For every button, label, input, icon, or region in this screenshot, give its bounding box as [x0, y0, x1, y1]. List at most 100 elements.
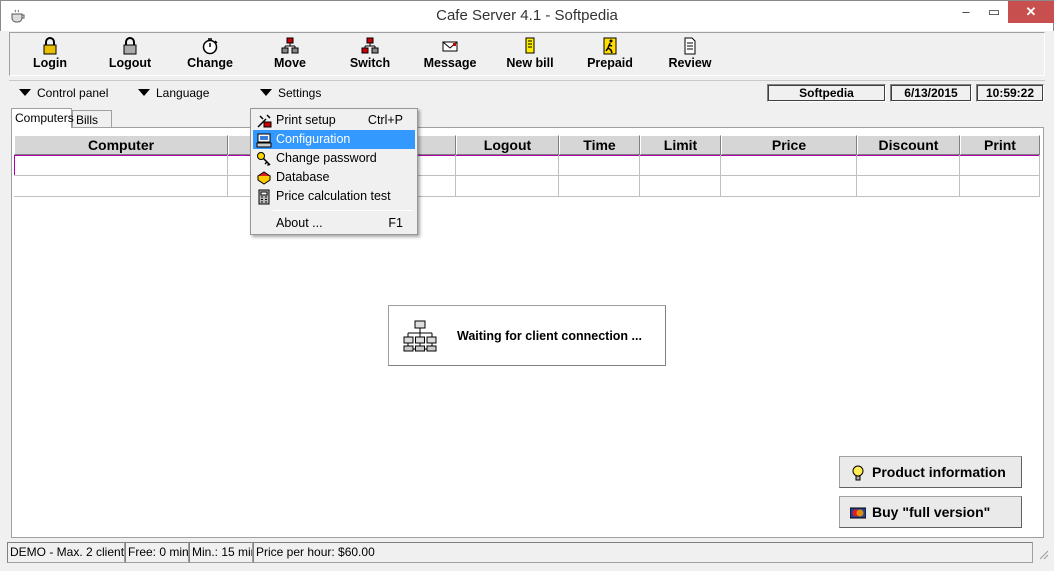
tab-bills[interactable]: Bills — [72, 110, 112, 128]
lock-icon — [43, 37, 57, 55]
stopwatch-icon — [202, 38, 218, 55]
credit-card-icon — [850, 507, 866, 519]
change-button[interactable]: Change — [170, 35, 250, 75]
table-cell — [640, 176, 721, 197]
menu-item-price-calculation-test-label: Price calculation test — [276, 189, 391, 203]
document-icon — [684, 37, 696, 55]
table-row[interactable] — [14, 155, 1040, 176]
menu-item-print-setup-label: Print setup — [276, 113, 336, 127]
table-cell — [640, 155, 721, 176]
column-header-time[interactable]: Time — [559, 135, 640, 155]
status-bar: DEMO - Max. 2 client Free: 0 minutes Min… — [7, 542, 1049, 564]
menu-item-change-password[interactable]: Change password — [253, 149, 415, 168]
table-row[interactable] — [14, 176, 1040, 197]
column-header-logout[interactable]: Logout — [456, 135, 559, 155]
table-cell — [14, 176, 228, 197]
message-label: Message — [423, 56, 477, 70]
table-cell — [456, 176, 559, 197]
dropdown-arrow-icon — [138, 89, 150, 96]
menu-item-database[interactable]: Database — [253, 168, 415, 187]
review-button[interactable]: Review — [650, 35, 730, 75]
column-header-computer[interactable]: Computer — [14, 135, 228, 155]
tab-computers[interactable]: Computers — [11, 108, 74, 128]
new-bill-button[interactable]: New bill — [490, 35, 570, 75]
user-name-box: Softpedia — [767, 84, 886, 102]
status-demo: DEMO - Max. 2 client — [7, 542, 125, 563]
move-button[interactable]: Move — [250, 35, 330, 75]
column-header-print[interactable]: Print — [960, 135, 1040, 155]
table-cell — [960, 176, 1040, 197]
window-title: Cafe Server 4.1 - Softpedia — [436, 7, 618, 24]
login-button[interactable]: Login — [10, 35, 90, 75]
move-label: Move — [274, 56, 306, 70]
menu-item-configuration[interactable]: Configuration — [253, 130, 415, 149]
new-bill-label: New bill — [506, 56, 554, 70]
menu-item-about[interactable]: About ... F1 — [253, 214, 415, 233]
bill-icon — [525, 37, 535, 54]
menu-item-database-label: Database — [276, 170, 330, 184]
menu-language-label: Language — [156, 86, 210, 100]
menu-item-change-password-label: Change password — [276, 151, 377, 165]
menu-control-panel-label: Control panel — [37, 86, 109, 100]
status-free: Free: 0 minutes — [125, 542, 189, 563]
table-cell — [857, 155, 960, 176]
waiting-message-box: Waiting for client connection ... — [388, 305, 666, 366]
table-cell — [559, 155, 640, 176]
column-header-limit[interactable]: Limit — [640, 135, 721, 155]
switch-button[interactable]: Switch — [330, 35, 410, 75]
menu-item-print-setup[interactable]: Print setup Ctrl+P — [253, 111, 415, 130]
calculator-icon — [258, 189, 270, 205]
menu-item-price-calculation-test[interactable]: Price calculation test — [253, 187, 415, 206]
table-cell — [14, 155, 228, 176]
status-price-per-hour: Price per hour: $60.00 — [253, 542, 1033, 563]
message-button[interactable]: Message — [410, 35, 490, 75]
menu-item-configuration-label: Configuration — [276, 132, 351, 146]
dropdown-arrow-icon — [260, 89, 272, 96]
menu-settings-label: Settings — [278, 86, 322, 100]
prepaid-button[interactable]: Prepaid — [570, 35, 650, 75]
toolbar: Login Logout Change Move Switch Message … — [9, 32, 1045, 76]
prepaid-label: Prepaid — [587, 56, 633, 70]
table-cell — [721, 176, 857, 197]
menu-language[interactable]: Language — [138, 86, 209, 100]
column-header-discount[interactable]: Discount — [857, 135, 960, 155]
minimize-button[interactable]: ‒ — [953, 1, 979, 23]
key-icon — [257, 152, 271, 167]
table-cell — [559, 176, 640, 197]
buy-full-version-button[interactable]: Buy "full version" — [839, 496, 1022, 528]
menu-control-panel[interactable]: Control panel — [19, 86, 108, 100]
grid-header: Computer Login Logout Time Limit Price D… — [14, 135, 1040, 155]
running-man-icon — [603, 37, 617, 55]
table-cell — [456, 155, 559, 176]
menu-settings[interactable]: Settings — [260, 86, 321, 100]
settings-dropdown-menu: Print setup Ctrl+P Configuration Change … — [250, 108, 418, 235]
network-switch-icon — [361, 37, 379, 54]
computer-config-icon — [256, 133, 272, 148]
close-button[interactable]: ✕ — [1008, 1, 1054, 23]
network-icon — [403, 320, 437, 352]
table-cell — [721, 155, 857, 176]
product-information-button[interactable]: Product information — [839, 456, 1022, 488]
buy-full-version-label: Buy "full version" — [872, 504, 991, 520]
logout-button[interactable]: Logout — [90, 35, 170, 75]
resize-grip-icon[interactable] — [1037, 548, 1049, 560]
status-min: Min.: 15 minutes — [189, 542, 253, 563]
maximize-button[interactable]: ▭ — [981, 1, 1007, 23]
dropdown-arrow-icon — [19, 89, 31, 96]
login-label: Login — [32, 56, 67, 70]
title-bar: Cafe Server 4.1 - Softpedia ‒ ▭ ✕ — [0, 0, 1054, 31]
logout-label: Logout — [108, 56, 152, 70]
menu-item-about-label: About ... — [276, 216, 323, 230]
shortcut-about: F1 — [388, 216, 403, 230]
product-information-label: Product information — [872, 464, 1006, 480]
review-label: Review — [668, 56, 712, 70]
table-cell — [857, 176, 960, 197]
date-box: 6/13/2015 — [890, 84, 972, 102]
lock-open-icon — [123, 37, 137, 55]
lightbulb-icon — [852, 465, 864, 481]
print-setup-icon — [257, 114, 272, 128]
clock-box: 10:59:22 — [976, 84, 1044, 102]
switch-label: Switch — [349, 56, 391, 70]
database-icon — [257, 171, 271, 185]
column-header-price[interactable]: Price — [721, 135, 857, 155]
